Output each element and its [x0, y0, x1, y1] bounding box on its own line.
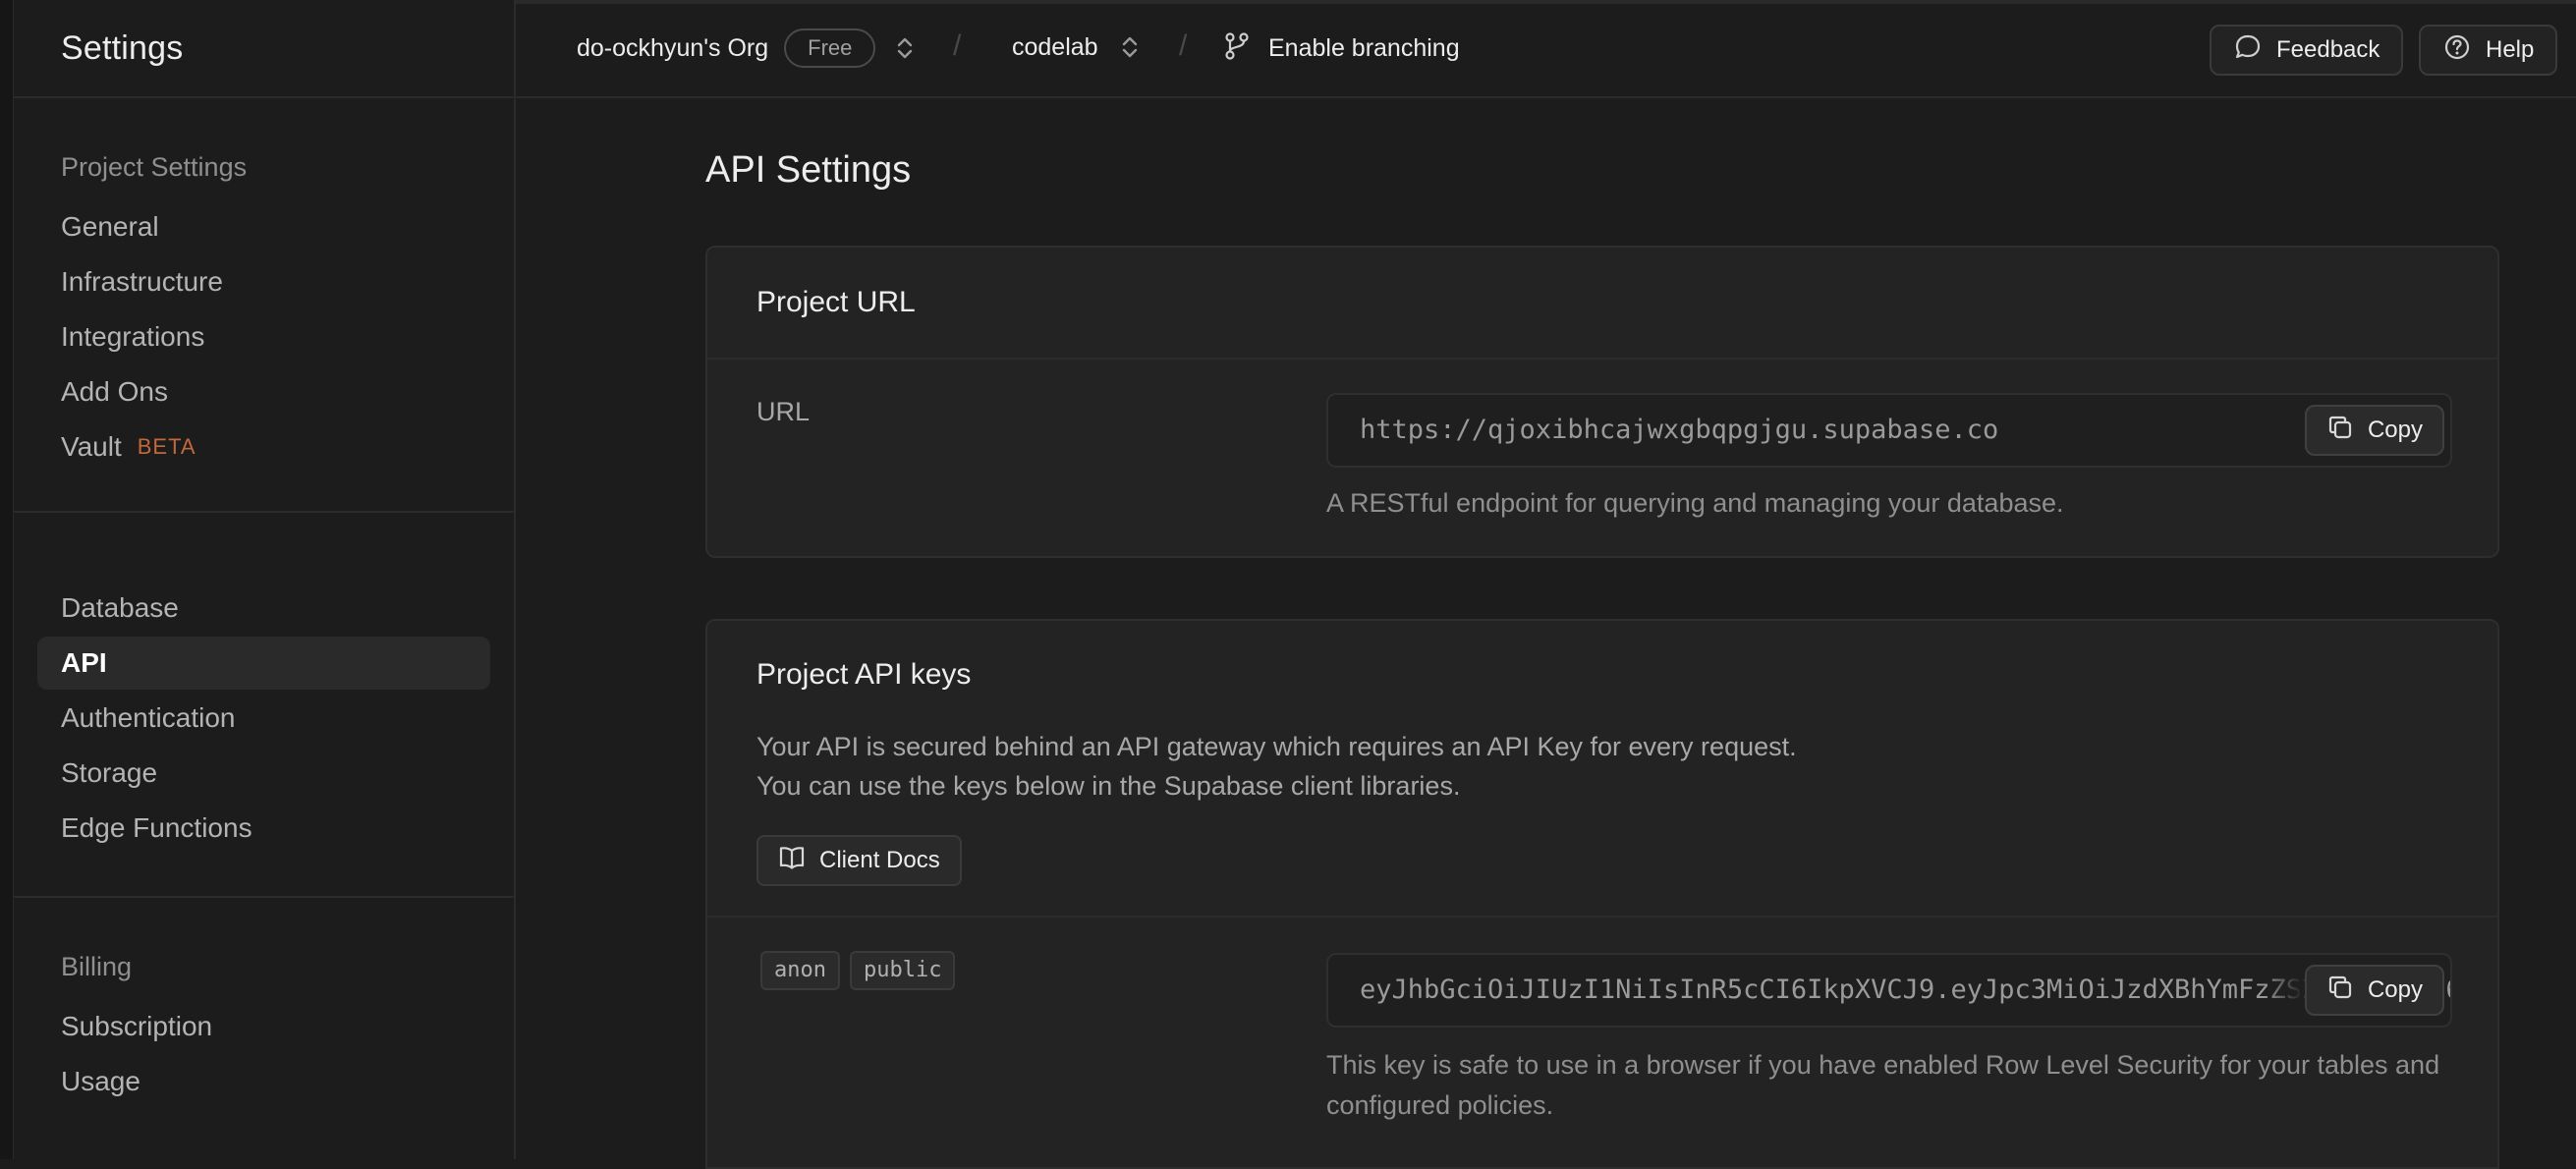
- sidebar-item-infrastructure[interactable]: Infrastructure: [37, 255, 490, 308]
- app-root: Settings Project Settings General Infras…: [0, 0, 2576, 1169]
- sidebar-item-api[interactable]: API: [37, 637, 490, 690]
- beta-badge: BETA: [137, 434, 196, 459]
- client-docs-button[interactable]: Client Docs: [756, 835, 962, 886]
- project-name: codelab: [1012, 32, 1098, 61]
- sidebar-item-label: Vault: [61, 431, 122, 462]
- sidebar-title: Settings: [61, 28, 184, 67]
- project-api-keys-card: Project API keys Your API is secured beh…: [705, 619, 2499, 1169]
- help-label: Help: [2486, 36, 2535, 63]
- copy-url-button[interactable]: Copy: [2304, 405, 2444, 456]
- sidebar-item-database[interactable]: Database: [37, 582, 490, 635]
- sidebar-item-edge-functions[interactable]: Edge Functions: [37, 802, 490, 855]
- anon-key-field[interactable]: eyJhbGciOiJIUzI1NiIsInR5cCI6IkpXVCJ9.eyJ…: [1326, 953, 2452, 1028]
- breadcrumb-separator: /: [1179, 29, 1188, 62]
- card-title: Project API keys: [756, 658, 972, 691]
- url-value: https://qjoxibhcajwxgbqpgjgu.supabase.co: [1360, 415, 1999, 445]
- project-url-card: Project URL URL https://qjoxibhcajwxgbqp…: [705, 246, 2499, 558]
- anon-key-help-text: This key is safe to use in a browser if …: [1326, 1050, 2440, 1120]
- copy-icon: [2326, 414, 2354, 448]
- url-label: URL: [756, 397, 811, 426]
- divider: [707, 916, 2497, 918]
- feedback-label: Feedback: [2276, 36, 2380, 63]
- sidebar-item-storage[interactable]: Storage: [37, 747, 490, 800]
- description-line: Your API is secured behind an API gatewa…: [756, 732, 1797, 761]
- sidebar-item-add-ons[interactable]: Add Ons: [37, 365, 490, 418]
- sidebar-item-label: Integrations: [61, 321, 205, 352]
- nav-section-project-settings: Project Settings General Infrastructure …: [14, 98, 514, 513]
- feedback-button[interactable]: Feedback: [2210, 25, 2404, 76]
- help-button[interactable]: Help: [2419, 25, 2558, 76]
- url-field[interactable]: https://qjoxibhcajwxgbqpgjgu.supabase.co…: [1326, 393, 2452, 468]
- sidebar-item-general[interactable]: General: [37, 200, 490, 253]
- page-title: API Settings: [705, 149, 912, 191]
- url-help-text: A RESTful endpoint for querying and mana…: [1326, 488, 2064, 518]
- key-tag-public: public: [849, 951, 956, 990]
- sidebar-item-subscription[interactable]: Subscription: [37, 1000, 490, 1053]
- git-branch-icon: [1223, 31, 1251, 66]
- card-title: Project URL: [756, 286, 916, 318]
- org-name: do-ockhyun's Org: [577, 33, 769, 62]
- api-keys-description: Your API is secured behind an API gatewa…: [756, 727, 1797, 806]
- sidebar-item-label: Usage: [61, 1066, 140, 1096]
- left-rail: [0, 0, 14, 1159]
- enable-branching-label: Enable branching: [1268, 34, 1460, 62]
- sidebar-item-usage[interactable]: Usage: [37, 1055, 490, 1108]
- copy-label: Copy: [2367, 976, 2423, 1003]
- nav-heading-billing: Billing: [61, 952, 133, 981]
- nav-section-billing: Billing Subscription Usage: [14, 898, 514, 1108]
- sidebar-item-label: Edge Functions: [61, 812, 252, 843]
- sidebar-item-label: Database: [61, 592, 179, 623]
- org-switcher[interactable]: do-ockhyun's Org Free: [577, 28, 919, 68]
- copy-label: Copy: [2367, 417, 2423, 443]
- project-switcher[interactable]: codelab: [1012, 31, 1144, 63]
- sidebar-item-label: Storage: [61, 757, 158, 788]
- plan-badge: Free: [784, 28, 876, 68]
- sidebar-header: Settings: [14, 0, 514, 98]
- copy-icon: [2326, 974, 2354, 1008]
- card-header: Project URL: [707, 248, 2497, 360]
- sidebar-item-label: API: [61, 647, 107, 678]
- chevron-up-down-icon[interactable]: [891, 32, 919, 64]
- key-tag-anon: anon: [760, 951, 840, 990]
- nav-heading-project-settings: Project Settings: [61, 152, 248, 182]
- copy-key-button[interactable]: Copy: [2304, 965, 2444, 1016]
- description-line: You can use the keys below in the Supaba…: [756, 771, 1461, 801]
- sidebar-item-authentication[interactable]: Authentication: [37, 692, 490, 745]
- breadcrumb-separator: /: [953, 29, 962, 62]
- card-header: Project API keys: [707, 621, 2497, 729]
- field-fade: [2264, 955, 2303, 1026]
- enable-branching-button[interactable]: Enable branching: [1223, 31, 1460, 66]
- sidebar-item-label: Add Ons: [61, 376, 168, 407]
- sidebar-item-vault[interactable]: Vault BETA: [37, 420, 490, 473]
- top-bar: do-ockhyun's Org Free / codelab / Enable…: [516, 0, 2576, 98]
- key-tags: anon public: [760, 951, 956, 990]
- client-docs-label: Client Docs: [819, 847, 940, 873]
- sidebar-item-label: Authentication: [61, 702, 236, 733]
- settings-sidebar: Settings Project Settings General Infras…: [14, 0, 516, 1159]
- sidebar-item-label: Subscription: [61, 1011, 213, 1041]
- chat-bubble-icon: [2233, 32, 2263, 69]
- book-icon: [778, 845, 806, 877]
- nav-section-services: Database API Authentication Storage Edge…: [14, 513, 514, 898]
- sidebar-item-label: Infrastructure: [61, 266, 223, 297]
- sidebar-item-integrations[interactable]: Integrations: [37, 310, 490, 363]
- chevron-up-down-icon[interactable]: [1116, 31, 1144, 63]
- help-circle-icon: [2442, 32, 2472, 69]
- sidebar-item-label: General: [61, 211, 159, 242]
